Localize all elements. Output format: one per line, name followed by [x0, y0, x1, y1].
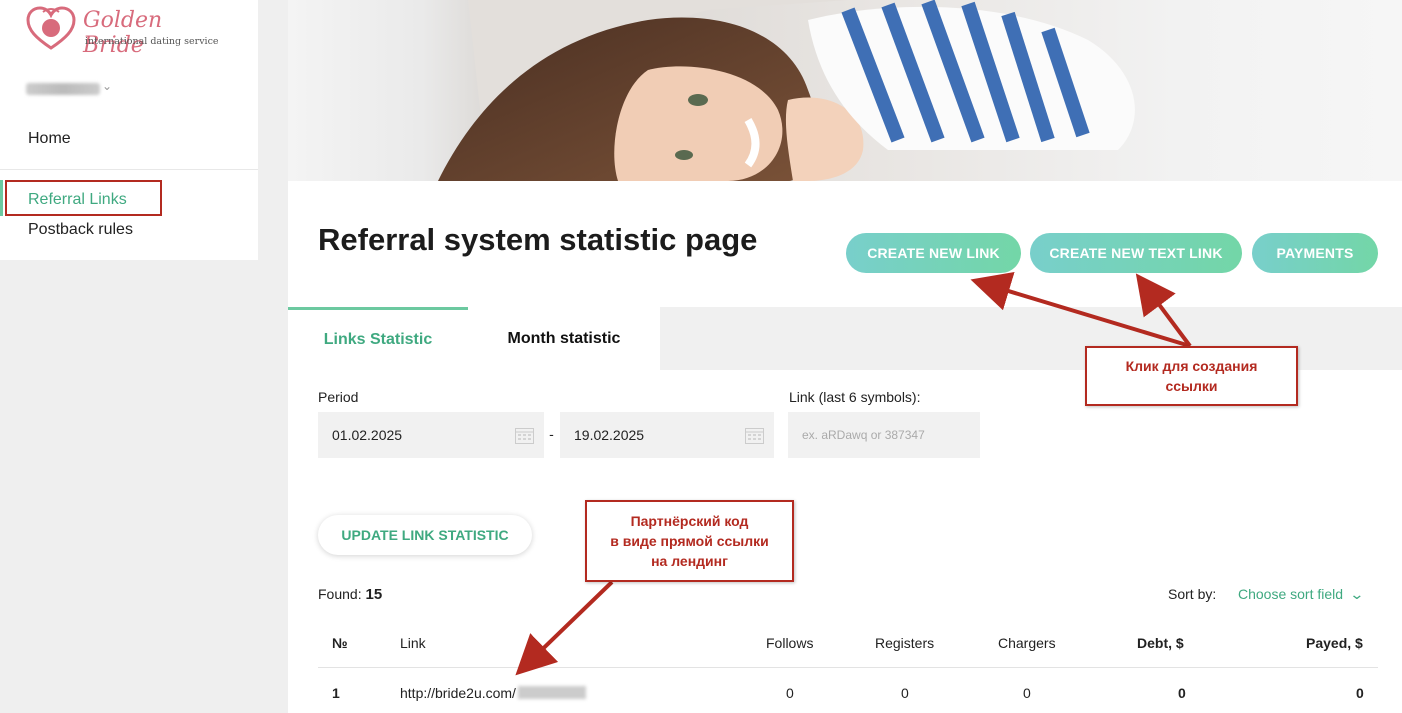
row-payed: 0	[1356, 685, 1364, 701]
annotation-line: Клик для создания	[1125, 358, 1258, 374]
main-panel: Referral system statistic page CREATE NE…	[288, 181, 1402, 713]
active-indicator	[0, 180, 3, 216]
column-header-number: №	[332, 635, 348, 651]
brand-name: Golden Bride	[83, 8, 163, 58]
sidebar: Golden Bride international dating servic…	[0, 0, 258, 260]
found-count: Found: 15	[318, 586, 382, 603]
row-follows: 0	[786, 685, 794, 701]
table-divider	[318, 667, 1378, 668]
column-header-registers: Registers	[875, 635, 935, 651]
payments-button[interactable]: PAYMENTS	[1252, 233, 1378, 273]
row-debt: 0	[1178, 685, 1186, 701]
date-from-field[interactable]: 01.02.2025	[318, 412, 544, 458]
sort-select[interactable]: Choose sort field ⌄	[1238, 586, 1365, 603]
brand-tagline: international dating service	[85, 36, 219, 47]
row-chargers: 0	[1023, 685, 1031, 701]
column-header-follows: Follows	[766, 635, 814, 651]
row-link[interactable]: http://bride2u.com/	[400, 685, 586, 701]
annotation-highlight-box	[5, 180, 162, 216]
redacted-link-code	[517, 686, 586, 699]
row-number: 1	[332, 685, 340, 701]
found-label: Found:	[318, 586, 362, 602]
annotation-create-hint: Клик для создания ссылки	[1085, 346, 1298, 406]
chevron-down-icon: ⌄	[1349, 586, 1365, 602]
hero-illustration	[438, 0, 1135, 181]
row-registers: 0	[901, 685, 909, 701]
tab-links-statistic[interactable]: Links Statistic	[288, 307, 468, 370]
annotation-line: Партнёрский код	[630, 513, 749, 529]
redacted-username	[26, 83, 100, 95]
hero-banner	[288, 0, 1402, 181]
annotation-line: в виде прямой ссылки	[610, 533, 769, 549]
sidebar-item-home[interactable]: Home	[28, 130, 71, 148]
calendar-icon[interactable]	[515, 426, 534, 444]
chevron-down-icon: ⌄	[102, 79, 113, 93]
heart-logo-icon	[26, 6, 76, 50]
found-value: 15	[365, 586, 383, 603]
update-link-statistic-button[interactable]: UPDATE LINK STATISTIC	[318, 515, 532, 555]
date-to-field[interactable]: 19.02.2025	[560, 412, 774, 458]
create-new-text-link-button[interactable]: CREATE NEW TEXT LINK	[1030, 233, 1242, 273]
annotation-line: ссылки	[1165, 378, 1218, 394]
column-header-debt: Debt, $	[1137, 635, 1184, 651]
date-to-value: 19.02.2025	[574, 427, 645, 443]
annotation-code-hint: Партнёрский код в виде прямой ссылки на …	[585, 500, 794, 582]
page-title: Referral system statistic page	[318, 222, 758, 257]
period-label: Period	[318, 389, 359, 405]
row-link-text: http://bride2u.com/	[400, 685, 516, 701]
user-menu[interactable]: ⌄	[26, 79, 116, 98]
calendar-icon[interactable]	[745, 426, 764, 444]
sidebar-divider	[0, 169, 258, 170]
sort-select-value: Choose sort field	[1238, 586, 1344, 602]
sidebar-item-postback-rules[interactable]: Postback rules	[28, 221, 133, 239]
column-header-payed: Payed, $	[1306, 635, 1363, 651]
annotation-line: на лендинг	[651, 553, 728, 569]
date-separator: -	[549, 426, 554, 442]
link-filter-input[interactable]	[788, 412, 980, 458]
create-new-link-button[interactable]: CREATE NEW LINK	[846, 233, 1021, 273]
sort-label: Sort by:	[1168, 586, 1217, 602]
column-header-chargers: Chargers	[998, 635, 1056, 651]
tab-month-statistic[interactable]: Month statistic	[468, 307, 660, 370]
link-filter-label: Link (last 6 symbols):	[789, 389, 921, 405]
date-from-value: 01.02.2025	[332, 427, 403, 443]
logo[interactable]: Golden Bride international dating servic…	[26, 4, 226, 58]
column-header-link: Link	[400, 635, 426, 651]
